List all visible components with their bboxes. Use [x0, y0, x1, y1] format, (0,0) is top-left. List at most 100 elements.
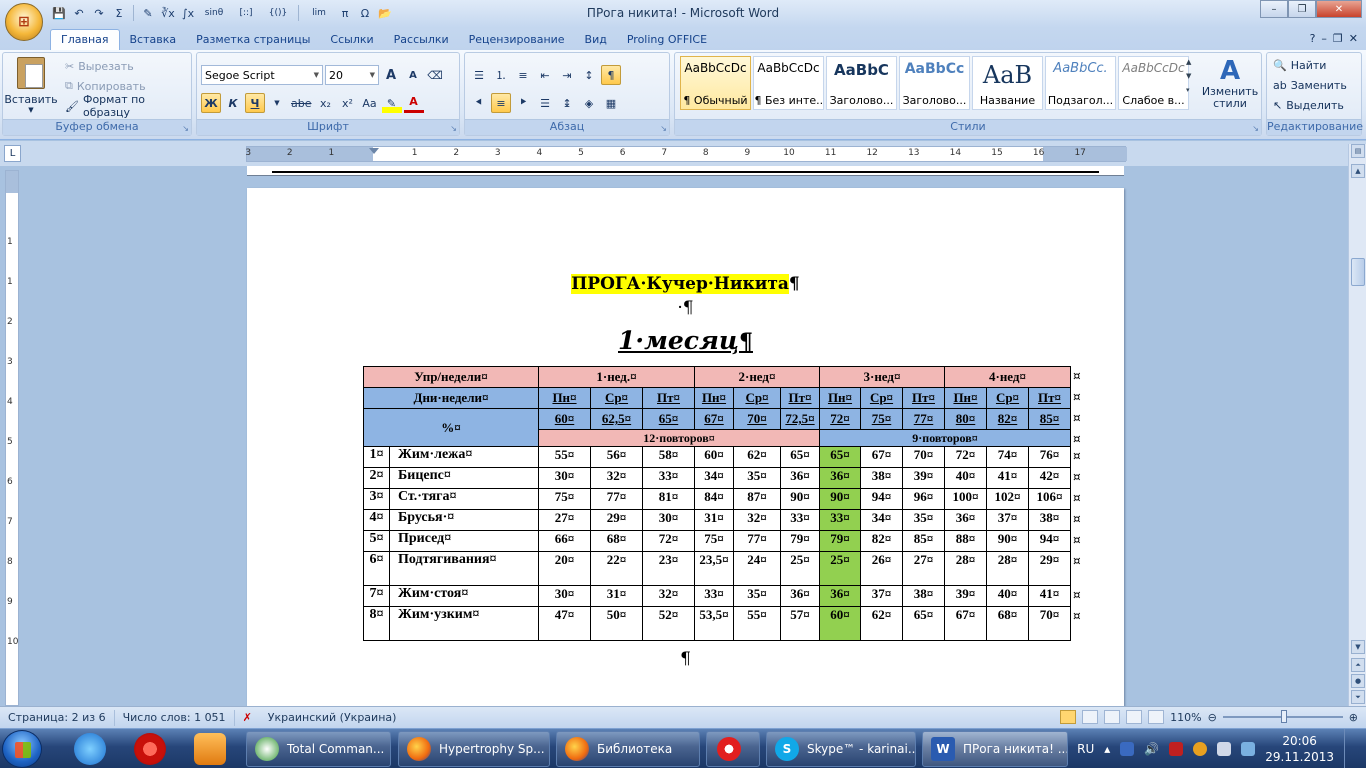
internet-explorer-icon[interactable] [74, 733, 106, 765]
line-spacing-icon[interactable]: ↨ [557, 93, 577, 113]
value-cell[interactable]: 67¤ [860, 446, 903, 468]
highlight-pen-icon[interactable]: ✎ [381, 93, 402, 113]
value-cell[interactable]: 33¤ [819, 509, 861, 531]
tab-2[interactable]: Вставка [120, 30, 187, 50]
language-indicator[interactable]: ✗ [235, 710, 260, 726]
value-cell[interactable]: 94¤ [860, 488, 903, 510]
row-number[interactable]: 2¤ [363, 467, 390, 489]
value-cell[interactable]: 38¤ [860, 467, 903, 489]
select-button[interactable]: ↖ Выделить [1273, 95, 1347, 115]
percent-cell[interactable]: 70¤ [733, 408, 781, 430]
value-cell[interactable]: 22¤ [590, 551, 643, 586]
exercise-name[interactable]: Брусья·¤ [389, 509, 539, 531]
dialog-launcher-icon[interactable]: ↘ [450, 124, 457, 133]
value-cell[interactable]: 31¤ [590, 585, 643, 607]
bold-button[interactable]: Ж [201, 93, 221, 113]
percent-cell[interactable]: 65¤ [642, 408, 695, 430]
value-cell[interactable]: 37¤ [986, 509, 1029, 531]
app-tray-icon[interactable] [1193, 742, 1208, 756]
document-page[interactable]: ПРОГА·Кучер·Никита¶ ·¶ 1·месяц¶ Упр/неде… [247, 188, 1124, 706]
value-cell[interactable]: 88¤ [944, 530, 987, 552]
value-cell[interactable]: 40¤ [986, 585, 1029, 607]
value-cell[interactable]: 35¤ [733, 467, 781, 489]
value-cell[interactable]: 79¤ [780, 530, 820, 552]
value-cell[interactable]: 47¤ [538, 606, 591, 641]
value-cell[interactable]: 77¤ [733, 530, 781, 552]
value-cell[interactable]: 36¤ [819, 585, 861, 607]
value-cell[interactable]: 52¤ [642, 606, 695, 641]
value-cell[interactable]: 36¤ [819, 467, 861, 489]
day-header[interactable]: Ср¤ [860, 387, 903, 409]
percent-cell[interactable]: 75¤ [860, 408, 903, 430]
zoom-slider-thumb[interactable] [1280, 710, 1287, 723]
header-percent[interactable]: %¤ [363, 408, 539, 447]
close-button[interactable]: ✕ [1316, 0, 1362, 18]
value-cell[interactable]: 75¤ [694, 530, 734, 552]
value-cell[interactable]: 50¤ [590, 606, 643, 641]
day-header[interactable]: Пн¤ [944, 387, 987, 409]
exercise-name[interactable]: Подтягивания¤ [389, 551, 539, 586]
value-cell[interactable]: 102¤ [986, 488, 1029, 510]
value-cell[interactable]: 60¤ [694, 446, 734, 468]
week-header[interactable]: 3·нед¤ [819, 366, 945, 388]
strikethrough-button[interactable]: abe [289, 93, 314, 113]
header-exercise[interactable]: Упр/недели¤ [363, 366, 539, 388]
value-cell[interactable]: 58¤ [642, 446, 695, 468]
value-cell[interactable]: 76¤ [1028, 446, 1071, 468]
value-cell[interactable]: 32¤ [590, 467, 643, 489]
value-cell[interactable]: 41¤ [1028, 585, 1071, 607]
function-icon[interactable]: sinθ [199, 4, 229, 22]
value-cell[interactable]: 85¤ [902, 530, 945, 552]
value-cell[interactable]: 29¤ [1028, 551, 1071, 586]
value-cell[interactable]: 33¤ [780, 509, 820, 531]
font-size-combo[interactable]: 20 ▼ [325, 65, 379, 85]
value-cell[interactable]: 25¤ [819, 551, 861, 586]
value-cell[interactable]: 60¤ [819, 606, 861, 641]
value-cell[interactable]: 42¤ [1028, 467, 1071, 489]
value-cell[interactable]: 37¤ [860, 585, 903, 607]
notification-icon[interactable] [1241, 742, 1256, 756]
value-cell[interactable]: 41¤ [986, 467, 1029, 489]
open-icon[interactable]: 📂 [376, 4, 394, 22]
show-formatting-button[interactable]: ¶ [601, 65, 621, 85]
value-cell[interactable]: 62¤ [860, 606, 903, 641]
day-header[interactable]: Пт¤ [1028, 387, 1071, 409]
zoom-in-icon[interactable]: ⊕ [1349, 711, 1358, 724]
value-cell[interactable]: 79¤ [819, 530, 861, 552]
value-cell[interactable]: 100¤ [944, 488, 987, 510]
row-number[interactable]: 6¤ [363, 551, 390, 586]
value-cell[interactable]: 36¤ [780, 467, 820, 489]
tab-7[interactable]: Вид [575, 30, 617, 50]
zoom-out-icon[interactable]: ⊖ [1208, 711, 1217, 724]
clear-format-icon[interactable]: ⌫ [425, 65, 445, 85]
sort-icon[interactable]: ↕ [579, 65, 599, 85]
value-cell[interactable]: 33¤ [642, 467, 695, 489]
save-icon[interactable]: 💾 [50, 4, 68, 22]
value-cell[interactable]: 39¤ [944, 585, 987, 607]
value-cell[interactable]: 65¤ [819, 446, 861, 468]
justify-icon[interactable]: ☰ [535, 93, 555, 113]
value-cell[interactable]: 74¤ [986, 446, 1029, 468]
network-icon[interactable] [1120, 742, 1135, 756]
task-yandex[interactable] [706, 731, 760, 767]
day-header[interactable]: Пт¤ [780, 387, 820, 409]
change-case-button[interactable]: Aa [360, 93, 380, 113]
empty-paragraph[interactable]: ¶ [247, 649, 1124, 669]
chevron-down-icon[interactable]: ▼ [1186, 72, 1198, 80]
value-cell[interactable]: 24¤ [733, 551, 781, 586]
percent-cell[interactable]: 72¤ [819, 408, 861, 430]
value-cell[interactable]: 68¤ [986, 606, 1029, 641]
shading-icon[interactable]: ◈ [579, 93, 599, 113]
percent-cell[interactable]: 67¤ [694, 408, 734, 430]
doc-minimize-icon[interactable]: – [1321, 32, 1327, 45]
value-cell[interactable]: 28¤ [986, 551, 1029, 586]
week-header[interactable]: 1·нед.¤ [538, 366, 695, 388]
exercise-name[interactable]: Жим·лежа¤ [389, 446, 539, 468]
reps-12[interactable]: 12·повторов¤ [538, 429, 820, 447]
security-icon[interactable] [1169, 742, 1184, 756]
day-header[interactable]: Пт¤ [642, 387, 695, 409]
dialog-launcher-icon[interactable]: ↘ [660, 124, 667, 133]
task-word[interactable]: W ПРога никита! ... [922, 731, 1068, 767]
value-cell[interactable]: 30¤ [538, 467, 591, 489]
value-cell[interactable]: 66¤ [538, 530, 591, 552]
